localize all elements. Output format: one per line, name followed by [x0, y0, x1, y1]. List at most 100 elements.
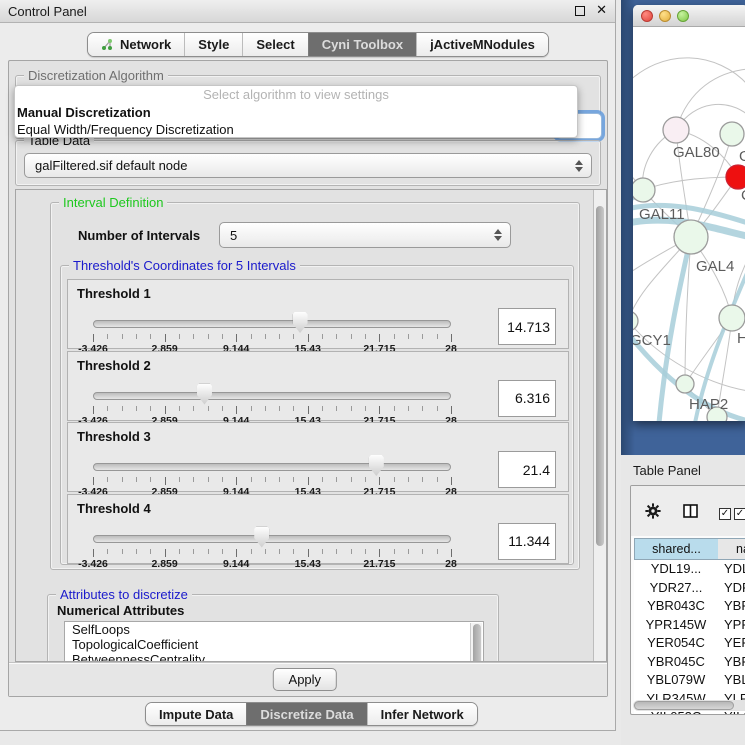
- network-desktop-background: GAL80 GA CY GAL11 GAL4 GCY1 H HAP2: [621, 0, 745, 455]
- threshold-slider[interactable]: -3.4262.8599.14415.4321.71528: [93, 423, 451, 491]
- table-row[interactable]: YBL079WYBL0: [634, 671, 745, 690]
- column-layout-icon[interactable]: [683, 504, 698, 518]
- mode-tab-label: Impute Data: [159, 707, 233, 722]
- cell-name: YBR0: [718, 597, 745, 616]
- mode-tab-discretize-data[interactable]: Discretize Data: [246, 703, 366, 725]
- cell-shared-name: YER054C: [634, 634, 718, 653]
- node-top-right[interactable]: [720, 122, 744, 146]
- slider-track[interactable]: [93, 535, 451, 543]
- threshold-value-field[interactable]: [498, 451, 556, 488]
- attribute-list-item[interactable]: BetweennessCentrality: [65, 652, 483, 662]
- apply-button[interactable]: Apply: [273, 668, 337, 691]
- threshold-value-field[interactable]: [498, 308, 556, 345]
- gear-icon[interactable]: [645, 503, 661, 519]
- threshold-value-field[interactable]: [498, 380, 556, 417]
- tab-network[interactable]: Network: [88, 33, 184, 56]
- slider-thumb-icon[interactable]: [293, 312, 308, 333]
- slider-track[interactable]: [93, 392, 451, 400]
- float-window-icon[interactable]: [575, 6, 585, 16]
- mode-tab-infer-network[interactable]: Infer Network: [367, 703, 477, 725]
- network-canvas[interactable]: GAL80 GA CY GAL11 GAL4 GCY1 H HAP2: [633, 27, 745, 421]
- checkbox-icon-1[interactable]: ✓: [719, 508, 731, 520]
- apply-bar: Apply: [9, 662, 607, 696]
- slider-thumb-icon[interactable]: [369, 455, 384, 476]
- table-toolbar: ✓ ✓: [631, 486, 745, 536]
- settings-vertical-scrollbar[interactable]: [593, 190, 606, 661]
- cell-shared-name: YBR045C: [634, 653, 718, 672]
- close-traffic-light-icon[interactable]: [641, 10, 653, 22]
- dropdown-option[interactable]: Equal Width/Frequency Discretization: [15, 121, 577, 138]
- number-of-intervals-value: 5: [230, 228, 237, 243]
- tab-label: Style: [198, 37, 229, 52]
- slider-ticks: [93, 549, 451, 558]
- slider-thumb-icon[interactable]: [254, 527, 269, 548]
- combo-stepper-icon: [494, 229, 502, 241]
- interval-definition-title: Interval Definition: [59, 195, 167, 210]
- cell-shared-name: YDL19...: [634, 560, 718, 579]
- numerical-attributes-list[interactable]: SelfLoopsTopologicalCoefficientBetweenne…: [64, 621, 484, 662]
- column-header-name[interactable]: name: [718, 538, 745, 560]
- threshold-value-field[interactable]: [498, 523, 556, 560]
- slider-thumb-icon[interactable]: [197, 384, 212, 405]
- node-hap2[interactable]: [676, 375, 694, 393]
- threshold-slider[interactable]: -3.4262.8599.14415.4321.71528: [93, 352, 451, 420]
- node-h[interactable]: [719, 305, 745, 331]
- table-row[interactable]: YBR043CYBR0: [634, 597, 745, 616]
- attributes-group: Attributes to discretize Numerical Attri…: [47, 594, 499, 662]
- cell-name: YDR2: [718, 579, 745, 598]
- slider-ticks: [93, 477, 451, 486]
- table-row[interactable]: YDR27...YDR2: [634, 579, 745, 598]
- zoom-traffic-light-icon[interactable]: [677, 10, 689, 22]
- cell-shared-name: YBL079W: [634, 671, 718, 690]
- attribute-list-item[interactable]: TopologicalCoefficient: [65, 637, 483, 652]
- threshold-slider[interactable]: -3.4262.8599.14415.4321.71528: [93, 280, 451, 348]
- node-gal4[interactable]: [674, 220, 708, 254]
- control-panel-titlebar: Control Panel ✕: [0, 0, 615, 23]
- mode-tab-impute-data[interactable]: Impute Data: [146, 703, 246, 725]
- cyni-mode-tabs: Impute Data Discretize Data Infer Network: [145, 702, 478, 726]
- column-header-shared-name[interactable]: shared...: [634, 538, 718, 560]
- combo-stepper-icon: [575, 160, 583, 172]
- close-window-icon[interactable]: ✕: [596, 6, 607, 16]
- numerical-attributes-label: Numerical Attributes: [57, 603, 184, 618]
- thresholds-group-title: Threshold's Coordinates for 5 Intervals: [69, 258, 300, 273]
- node-selected-red[interactable]: [726, 165, 745, 189]
- tab-style[interactable]: Style: [184, 33, 242, 56]
- checkbox-icon-2[interactable]: ✓: [734, 508, 745, 520]
- tab-select[interactable]: Select: [242, 33, 307, 56]
- settings-scroll-panel: Interval Definition Number of Intervals …: [15, 189, 607, 662]
- dropdown-option[interactable]: Manual Discretization: [15, 104, 577, 121]
- node-label-h-partial: H: [737, 330, 745, 347]
- threshold-row: Threshold 3 -3.4262.8599.14415.4321.7152…: [67, 422, 569, 492]
- node-gcy1[interactable]: [633, 311, 638, 331]
- node-gal80[interactable]: [663, 117, 689, 143]
- tick-label: 28: [445, 558, 457, 570]
- attributes-scrollbar[interactable]: [470, 623, 482, 662]
- node-label-gcy1: GCY1: [633, 332, 671, 349]
- table-row[interactable]: YBR045CYBR0: [634, 653, 745, 672]
- table-data-combobox[interactable]: galFiltered.sif default node: [24, 153, 592, 178]
- attribute-list-item[interactable]: SelfLoops: [65, 622, 483, 637]
- tab-jactivemnodules[interactable]: jActiveMNodules: [416, 33, 548, 56]
- table-row[interactable]: YER054CYER0: [634, 634, 745, 653]
- node-gal11[interactable]: [633, 178, 655, 202]
- node-label-gal4: GAL4: [696, 258, 734, 275]
- node-label-g-partial: GA: [739, 148, 745, 165]
- slider-track[interactable]: [93, 320, 451, 328]
- threshold-slider[interactable]: -3.4262.8599.14415.4321.71528: [93, 495, 451, 563]
- mode-tab-label: Discretize Data: [260, 707, 353, 722]
- number-of-intervals-combobox[interactable]: 5: [219, 222, 511, 248]
- slider-ticks: [93, 334, 451, 343]
- attributes-group-title: Attributes to discretize: [56, 587, 192, 602]
- minimize-traffic-light-icon[interactable]: [659, 10, 671, 22]
- tab-cyni-toolbox[interactable]: Cyni Toolbox: [308, 33, 416, 56]
- node-label-gal80: GAL80: [673, 144, 720, 161]
- table-row[interactable]: YDL19...YDL1: [634, 560, 745, 579]
- tab-label: jActiveMNodules: [430, 37, 535, 52]
- threshold-row: Threshold 2 -3.4262.8599.14415.4321.7152…: [67, 351, 569, 421]
- tick-label: 2.859: [151, 558, 177, 570]
- table-horizontal-scrollbar[interactable]: [633, 700, 745, 711]
- slider-track[interactable]: [93, 463, 451, 471]
- tick-label: 9.144: [223, 558, 249, 570]
- table-row[interactable]: YPR145WYPR1: [634, 616, 745, 635]
